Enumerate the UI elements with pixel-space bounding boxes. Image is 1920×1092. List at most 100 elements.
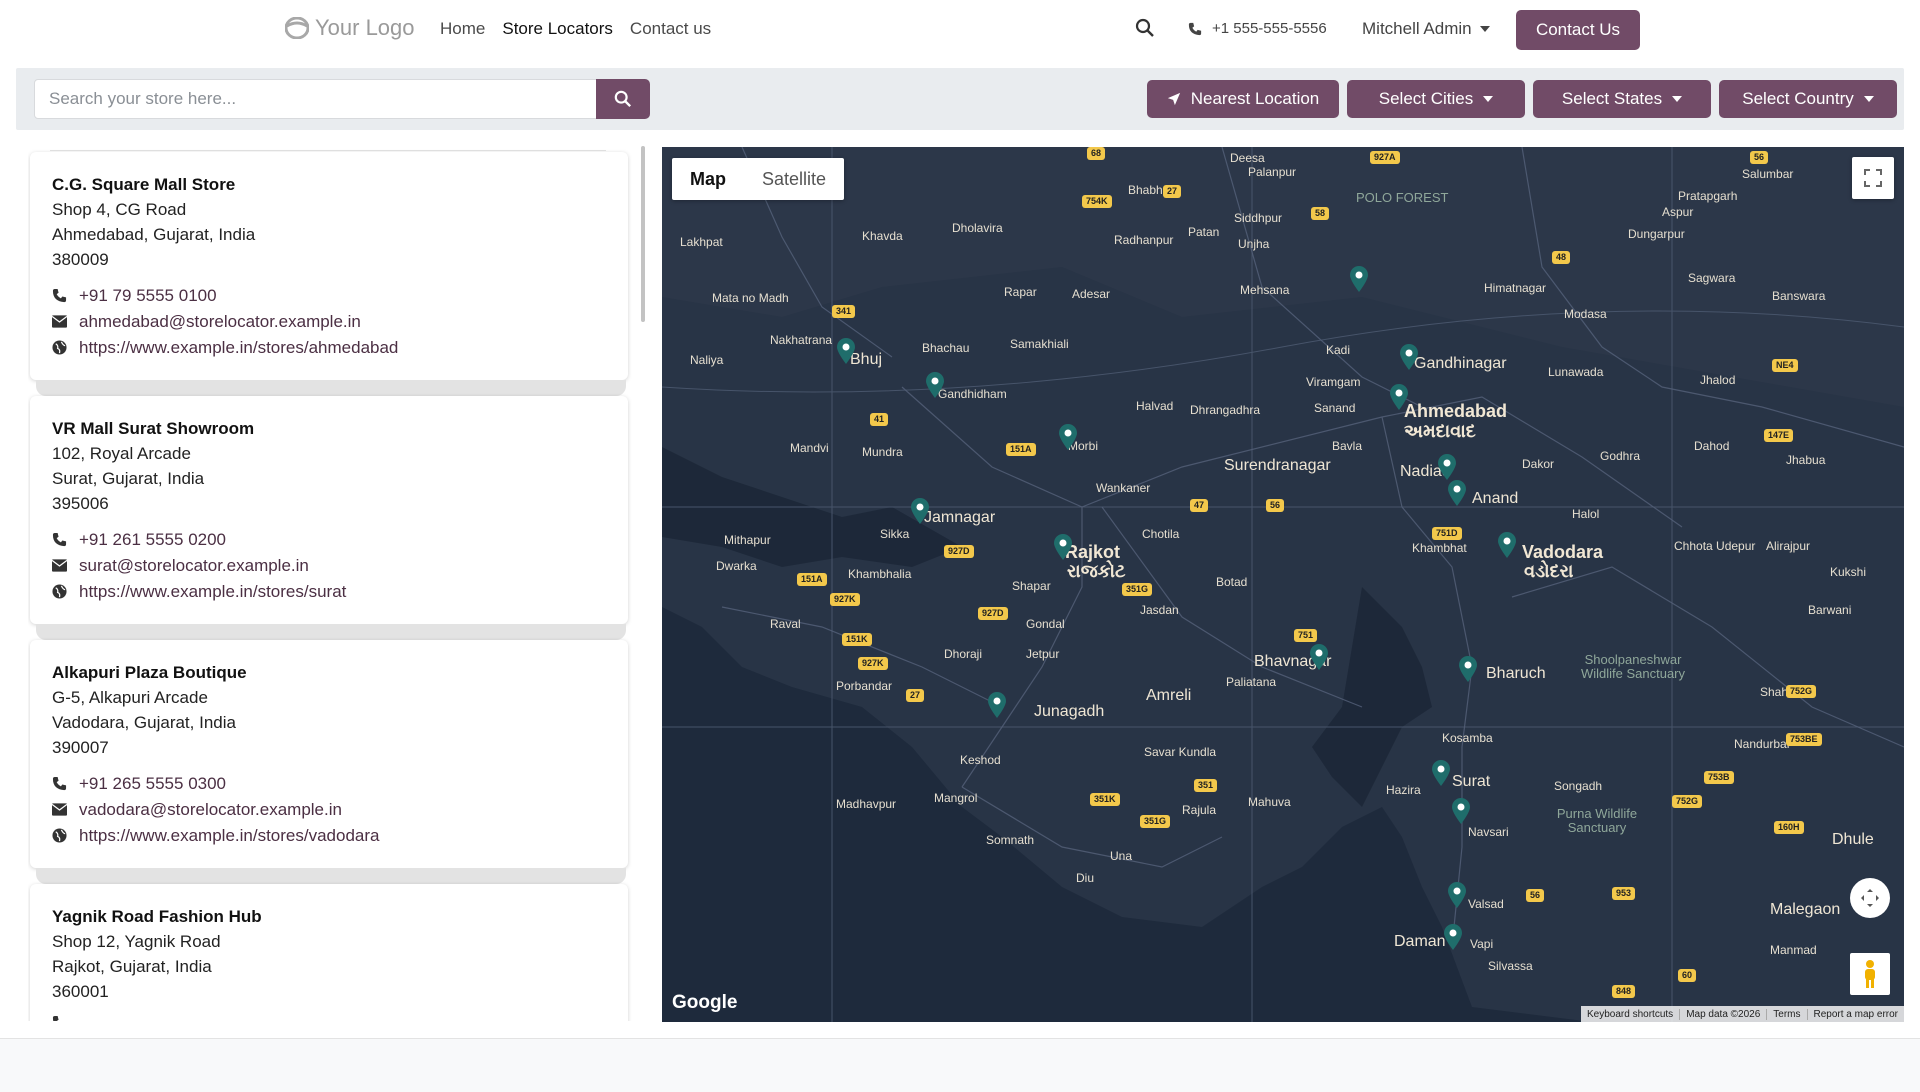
store-marker-icon[interactable] (1450, 797, 1472, 825)
highway-shield: 47 (1190, 499, 1209, 512)
store-email[interactable]: ahmedabad@storelocator.example.in (52, 309, 606, 334)
city-label: Gondal (1026, 617, 1065, 631)
store-marker-icon[interactable] (1446, 479, 1468, 507)
city-label: Dungarpur (1628, 227, 1685, 241)
store-marker-icon[interactable] (1436, 453, 1458, 481)
camera-control-button[interactable] (1850, 878, 1890, 918)
street-view-pegman-button[interactable] (1850, 953, 1890, 995)
store-marker-icon[interactable] (1457, 655, 1479, 683)
store-marker-icon[interactable] (1442, 923, 1464, 951)
store-marker-icon[interactable] (1496, 531, 1518, 559)
city-label: Rajula (1182, 803, 1217, 817)
store-search-button[interactable] (596, 79, 650, 119)
city-label: Khavda (862, 229, 903, 243)
city-label: Sikka (880, 527, 910, 541)
terms-link[interactable]: Terms (1766, 1008, 1806, 1020)
city-label: Dwarka (716, 559, 757, 573)
envelope-icon (52, 315, 67, 328)
highway-shield: 151A (797, 573, 827, 586)
map-type-satellite-button[interactable]: Satellite (744, 158, 844, 200)
city-label: Bhachau (922, 341, 970, 355)
store-website[interactable]: https://www.example.in/stores/ahmedabad (52, 335, 606, 360)
store-website[interactable]: https://www.example.in/stores/surat (52, 579, 606, 604)
globe-icon (52, 828, 67, 843)
envelope-icon (52, 559, 67, 572)
city-label: Patan (1188, 225, 1220, 239)
fullscreen-icon (1864, 169, 1882, 187)
page-footer (0, 1038, 1920, 1092)
store-phone[interactable]: +91 261 5555 0200 (52, 527, 606, 552)
report-map-error-link[interactable]: Report a map error (1806, 1008, 1904, 1020)
store-email[interactable]: surat@storelocator.example.in (52, 553, 606, 578)
store-search-field[interactable] (34, 79, 598, 119)
select-states-dropdown[interactable]: Select States (1533, 80, 1711, 118)
highway-shield: 754K (1082, 195, 1112, 208)
store-card[interactable]: Alkapuri Plaza Boutique G-5, Alkapuri Ar… (30, 640, 628, 868)
phone-icon (52, 1015, 59, 1021)
nearest-location-button[interactable]: Nearest Location (1147, 80, 1339, 118)
highway-shield: 351 (1194, 779, 1218, 792)
store-marker-icon[interactable] (1057, 423, 1079, 451)
nearest-location-label: Nearest Location (1190, 89, 1320, 108)
store-marker-icon[interactable] (1308, 643, 1330, 671)
store-marker-icon[interactable] (1388, 383, 1410, 411)
select-country-dropdown[interactable]: Select Country (1719, 80, 1897, 118)
city-label: Surendranagar (1224, 457, 1331, 474)
map-type-map-button[interactable]: Map (672, 158, 744, 200)
store-marker-icon[interactable] (909, 497, 931, 525)
nav-home[interactable]: Home (440, 19, 485, 39)
store-zip: 380009 (52, 250, 109, 269)
store-name: VR Mall Surat Showroom (52, 419, 255, 438)
highway-shield: 56 (1750, 151, 1769, 164)
fullscreen-button[interactable] (1852, 157, 1894, 199)
city-label: Salumbar (1742, 167, 1794, 181)
store-marker-icon[interactable] (1398, 343, 1420, 371)
store-marker-icon[interactable] (924, 371, 946, 399)
select-cities-dropdown[interactable]: Select Cities (1347, 80, 1525, 118)
store-card[interactable]: Yagnik Road Fashion Hub Shop 12, Yagnik … (30, 884, 628, 1021)
chevron-down-icon (1672, 96, 1683, 102)
store-name: Yagnik Road Fashion Hub (52, 907, 262, 926)
list-scrollbar[interactable] (641, 146, 645, 322)
store-phone[interactable] (52, 1015, 606, 1021)
store-list: C.G. Square Mall Store Shop 4, CG Road A… (28, 146, 638, 1021)
highway-shield: 753BE (1786, 733, 1822, 746)
city-label: Dhrangadhra (1190, 403, 1261, 417)
highway-shield: 751 (1294, 629, 1318, 642)
store-marker-icon[interactable] (1348, 265, 1370, 293)
user-menu[interactable]: Mitchell Admin (1362, 19, 1490, 39)
city-label: Malegaon (1770, 901, 1841, 918)
city-label: Madhavpur (836, 797, 897, 811)
store-card[interactable]: C.G. Square Mall Store Shop 4, CG Road A… (30, 152, 628, 380)
nav-store-locators[interactable]: Store Locators (502, 19, 613, 39)
city-label: Mithapur (724, 533, 771, 547)
map-attribution: Keyboard shortcuts Map data ©2026 Terms … (1581, 1006, 1904, 1022)
store-marker-icon[interactable] (835, 337, 857, 365)
store-marker-icon[interactable] (1052, 533, 1074, 561)
nav-contact-us[interactable]: Contact us (630, 19, 711, 39)
store-search-input[interactable] (35, 80, 597, 118)
city-label: Rapar (1004, 285, 1037, 299)
contact-us-button[interactable]: Contact Us (1516, 10, 1640, 50)
store-map[interactable]: Ahmedabad અમદાવાદ Vadodara વડોદરા Rajkot… (662, 147, 1904, 1022)
store-phone[interactable]: +91 265 5555 0300 (52, 771, 606, 796)
store-marker-icon[interactable] (1430, 759, 1452, 787)
store-card[interactable]: VR Mall Surat Showroom 102, Royal Arcade… (30, 396, 628, 624)
store-phone[interactable]: +91 79 5555 0100 (52, 283, 606, 308)
store-marker-icon[interactable] (986, 691, 1008, 719)
select-country-label: Select Country (1742, 89, 1854, 108)
keyboard-shortcuts-link[interactable]: Keyboard shortcuts (1581, 1009, 1679, 1020)
main-nav: Home Store Locators Contact us (440, 19, 711, 39)
site-logo[interactable]: Your Logo (285, 15, 415, 41)
store-phone-text: +91 261 5555 0200 (79, 530, 227, 549)
store-website-text: https://www.example.in/stores/surat (79, 582, 347, 601)
city-label: Barwani (1808, 603, 1852, 617)
header-phone[interactable]: +1 555-555-5556 (1188, 20, 1327, 37)
city-label: Himatnagar (1484, 281, 1547, 295)
store-marker-icon[interactable] (1446, 881, 1468, 909)
search-icon[interactable] (1135, 18, 1155, 38)
store-website[interactable]: https://www.example.in/stores/vadodara (52, 823, 606, 848)
store-address-line2: Vadodara, Gujarat, India (52, 713, 236, 732)
search-toolbar: Nearest Location Select Cities Select St… (16, 68, 1904, 130)
store-email[interactable]: vadodara@storelocator.example.in (52, 797, 606, 822)
